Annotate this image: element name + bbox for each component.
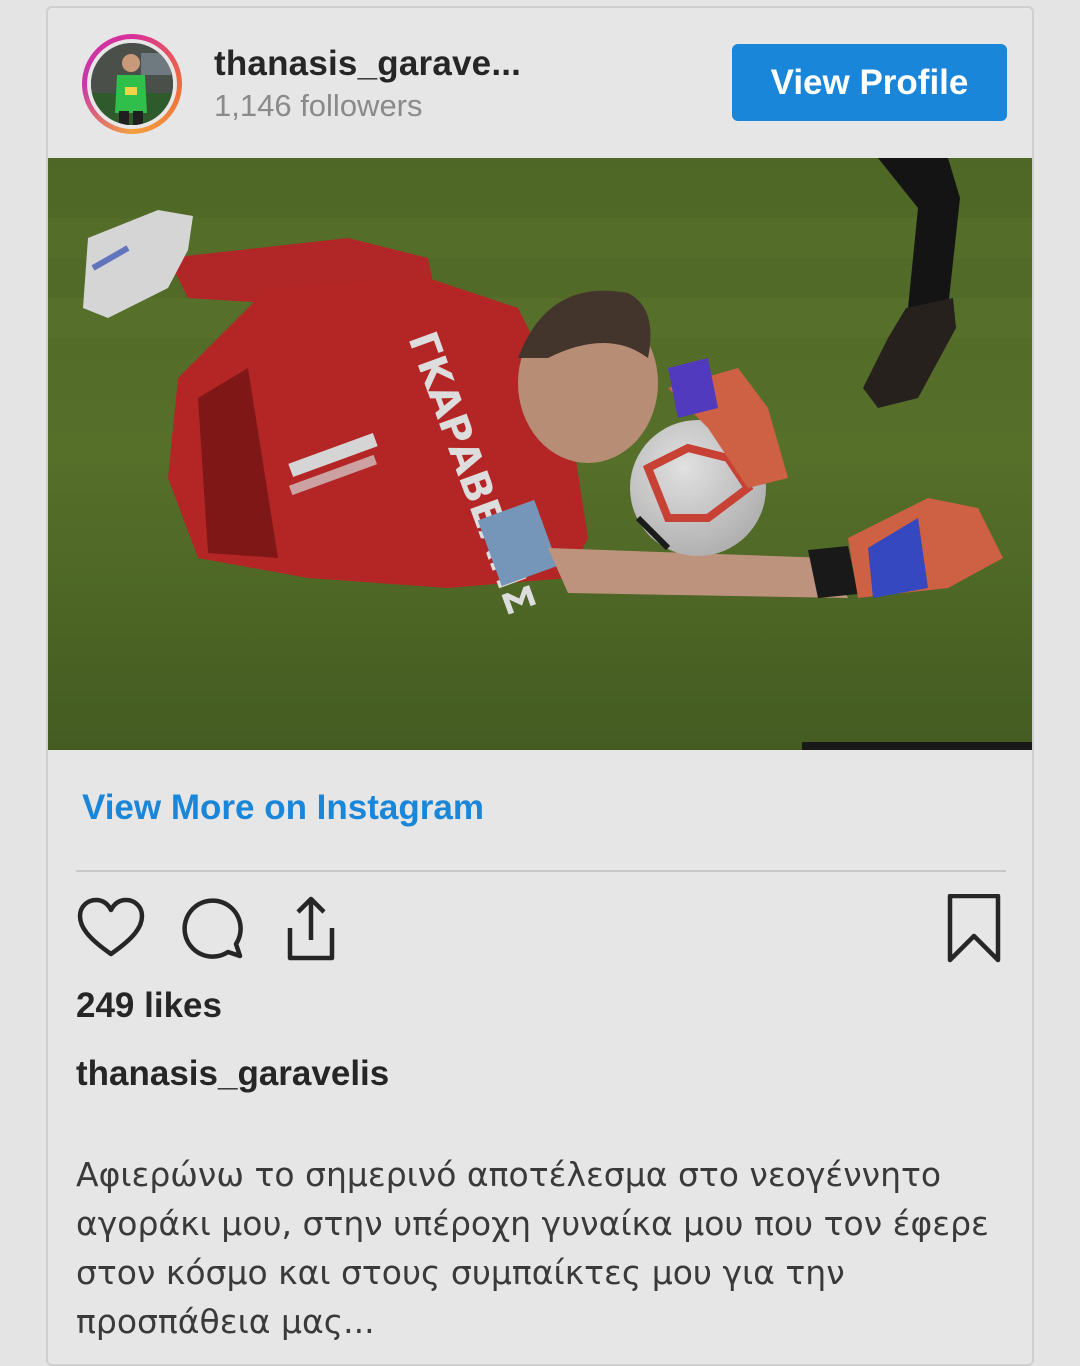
comment-icon[interactable]: [176, 894, 246, 964]
view-more-link[interactable]: View More on Instagram: [82, 788, 484, 828]
view-profile-button[interactable]: View Profile: [732, 44, 1007, 121]
instagram-embed-card: thanasis_garave... 1,146 followers View …: [46, 6, 1034, 1366]
caption-text: Αφιερώνω το σημερινό αποτέλεσμα στο νεογ…: [76, 1155, 989, 1341]
avatar[interactable]: [82, 34, 182, 134]
caption-author[interactable]: thanasis_garavelis: [76, 1054, 389, 1094]
avatar-photo: [91, 43, 173, 125]
username[interactable]: thanasis_garave...: [214, 44, 521, 84]
divider: [76, 870, 1006, 872]
heart-icon[interactable]: [76, 894, 146, 964]
share-icon[interactable]: [274, 894, 344, 964]
bookmark-icon[interactable]: [940, 893, 1010, 964]
post-photo[interactable]: ΓΚΑΡΑΒΕΛΗΣ: [48, 158, 1032, 750]
followers-count: 1,146 followers: [214, 88, 423, 123]
likes-count: 249 likes: [76, 986, 222, 1025]
